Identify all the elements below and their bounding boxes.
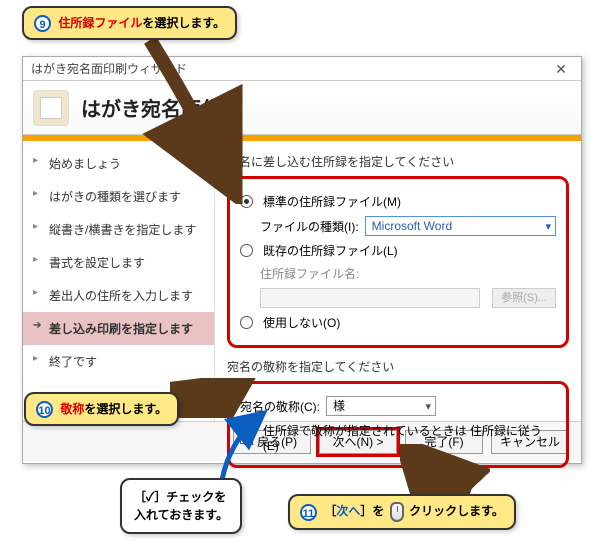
callout-9: 9 住所録ファイルを選択します。: [22, 6, 237, 40]
hint-l1a: ［: [134, 490, 146, 504]
callout-10-num: 10: [36, 401, 53, 418]
radio-standard-label: 標準の住所録ファイル(M): [263, 193, 401, 210]
section2-title: 宛名の敬称を指定してください: [227, 358, 569, 375]
callout-10: 10 敬称を選択します。: [24, 392, 179, 426]
wizard-icon: [33, 90, 69, 126]
hint-check: ［✓］チェックを 入れておきます。: [120, 478, 242, 534]
sidebar-item-label: 書式を設定します: [49, 256, 145, 270]
sidebar-item-label: 縦書き/横書きを指定します: [49, 223, 196, 237]
section1-title: 宛名に差し込む住所録を指定してください: [227, 153, 569, 170]
sidebar-item-label: 始めましょう: [49, 157, 121, 171]
sidebar-item-mailmerge[interactable]: 差し込み印刷を指定します: [23, 312, 214, 345]
callout-11-pre: ［: [324, 504, 336, 518]
callout-10-red: 敬称: [60, 402, 84, 416]
sidebar-item-format[interactable]: 書式を設定します: [23, 246, 214, 279]
arrow-callout-9: [130, 34, 260, 204]
titlebar: はがき宛名面印刷ウィザード ✕: [23, 57, 581, 81]
existing-file-input: [260, 288, 480, 308]
sidebar-item-finish[interactable]: 終了です: [23, 345, 214, 378]
radio-existing-label: 既存の住所録ファイル(L): [263, 242, 398, 259]
callout-11-post: ］を: [360, 504, 384, 518]
address-source-group: 標準の住所録ファイル(M) ファイルの種類(I): Microsoft Word…: [227, 176, 569, 348]
callout-11: 11 ［次へ］を クリックします。: [288, 494, 516, 530]
wizard-header: はがき宛名面作成: [23, 81, 581, 135]
hint-check-mark: ✓: [146, 490, 154, 504]
callout-11-blue: 次へ: [336, 504, 360, 518]
sidebar-item-label: 差し込み印刷を指定します: [49, 322, 193, 336]
callout-10-rest: を選択します。: [84, 402, 167, 416]
callout-9-num: 9: [34, 15, 51, 32]
sidebar-item-label: 終了です: [49, 355, 97, 369]
close-button[interactable]: ✕: [541, 57, 581, 81]
radio-existing[interactable]: [240, 244, 253, 257]
callout-11-num: 11: [300, 504, 317, 521]
file-type-select[interactable]: Microsoft Word: [365, 216, 556, 236]
sidebar-item-label: 差出人の住所を入力します: [49, 289, 193, 303]
hint-l1c: ］チェックを: [154, 490, 226, 504]
hint-l2: 入れておきます。: [134, 506, 228, 524]
browse-button: 参照(S)...: [492, 288, 556, 308]
suffix-select[interactable]: 様: [326, 396, 436, 416]
sidebar-item-sender[interactable]: 差出人の住所を入力します: [23, 279, 214, 312]
existing-file-label: 住所録ファイル名:: [260, 265, 359, 282]
radio-none[interactable]: [240, 316, 253, 329]
callout-9-red: 住所録ファイル: [58, 16, 142, 30]
mouse-icon: [390, 502, 404, 522]
file-type-label: ファイルの種類(I):: [260, 218, 359, 235]
file-type-value: Microsoft Word: [372, 219, 452, 233]
callout-9-rest: を選択します。: [142, 16, 225, 30]
radio-none-label: 使用しない(O): [263, 314, 340, 331]
sidebar-item-orientation[interactable]: 縦書き/横書きを指定します: [23, 213, 214, 246]
option-standard-row[interactable]: 標準の住所録ファイル(M): [240, 193, 556, 210]
callout-11-rest: クリックします。: [409, 504, 504, 518]
option-existing-row[interactable]: 既存の住所録ファイル(L): [240, 242, 556, 259]
option-none-row[interactable]: 使用しない(O): [240, 314, 556, 331]
suffix-value: 様: [333, 399, 345, 413]
